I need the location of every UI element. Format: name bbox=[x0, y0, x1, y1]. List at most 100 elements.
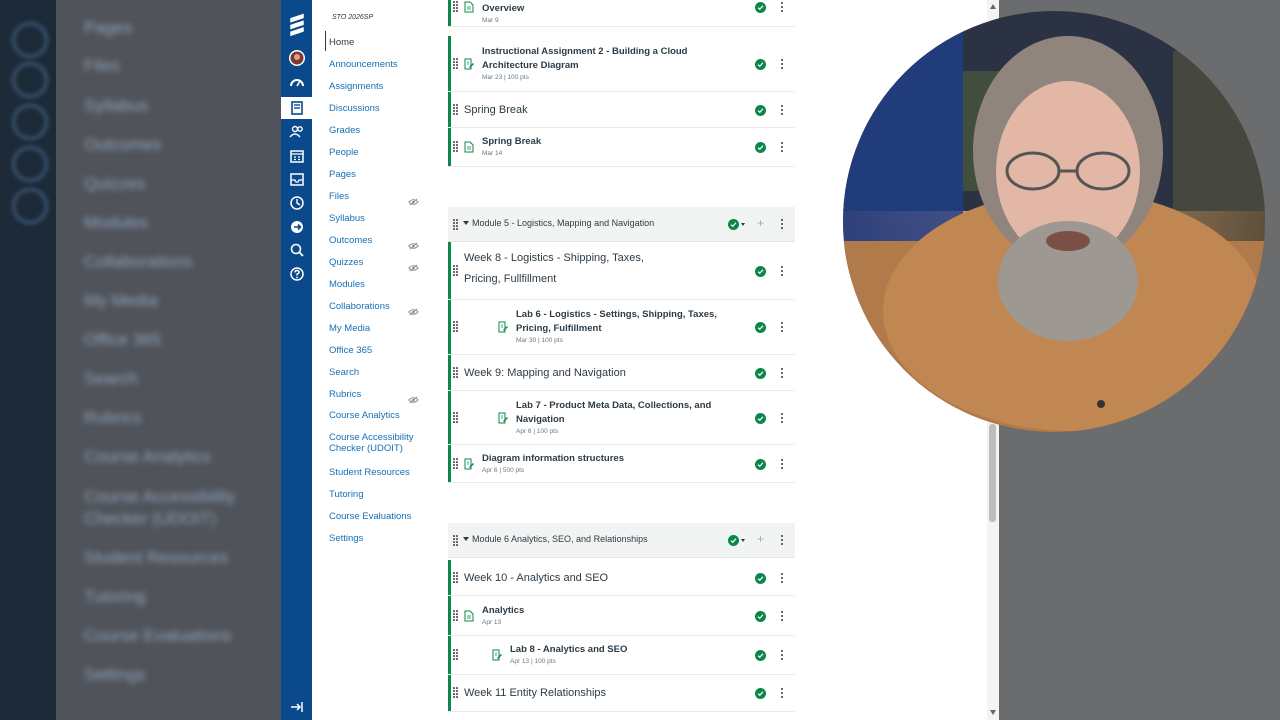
published-check-icon[interactable] bbox=[755, 368, 766, 379]
module-item[interactable]: Lab 8 - Analytics and SEO Apr 13 | 100 pt… bbox=[448, 636, 795, 675]
drag-handle-icon[interactable] bbox=[453, 141, 459, 152]
subheader-title[interactable]: Week 11 Entity Relationships bbox=[464, 683, 679, 704]
course-nav-pages[interactable]: Pages bbox=[329, 169, 356, 180]
canvas-logo-icon[interactable] bbox=[281, 8, 312, 44]
subheader-title[interactable]: Week 10 - Analytics and SEO bbox=[464, 568, 679, 589]
item-title[interactable]: Spring Break bbox=[482, 135, 722, 149]
module-subheader[interactable]: Spring Break bbox=[448, 92, 795, 128]
course-nav-grades[interactable]: Grades bbox=[329, 125, 360, 136]
module-item[interactable]: Spring Break Mar 14 bbox=[448, 128, 795, 167]
module-subheader[interactable]: Week 8 - Logistics - Shipping, Taxes, Pr… bbox=[448, 242, 795, 300]
course-nav-rubrics[interactable]: Rubrics bbox=[329, 389, 361, 400]
course-nav-student-resources[interactable]: Student Resources bbox=[329, 467, 410, 478]
item-options-menu[interactable] bbox=[780, 266, 784, 277]
module-subheader[interactable]: Week 11 Entity Relationships bbox=[448, 675, 795, 712]
item-title[interactable]: Instructional Assignment 2 - Building a … bbox=[482, 45, 722, 73]
published-check-icon[interactable] bbox=[755, 322, 766, 333]
course-nav-my-media[interactable]: My Media bbox=[329, 323, 370, 334]
module-subheader[interactable]: Week 9: Mapping and Navigation bbox=[448, 355, 795, 391]
drag-handle-icon[interactable] bbox=[453, 367, 459, 378]
item-options-menu[interactable] bbox=[780, 650, 784, 661]
published-check-icon[interactable] bbox=[728, 219, 739, 230]
course-nav-collaborations[interactable]: Collaborations bbox=[329, 301, 390, 312]
item-options-menu[interactable] bbox=[780, 59, 784, 70]
subheader-title[interactable]: Week 9: Mapping and Navigation bbox=[464, 363, 679, 384]
published-check-icon[interactable] bbox=[755, 142, 766, 153]
item-options-menu[interactable] bbox=[780, 105, 784, 116]
drag-handle-icon[interactable] bbox=[453, 458, 459, 469]
item-title[interactable]: Analytics bbox=[482, 604, 722, 618]
dashboard-icon[interactable] bbox=[281, 72, 312, 94]
inbox-icon[interactable] bbox=[281, 168, 312, 190]
published-check-icon[interactable] bbox=[755, 266, 766, 277]
history-icon[interactable] bbox=[281, 192, 312, 214]
item-title[interactable]: Introduction to Architecture and Data St… bbox=[482, 0, 722, 16]
calendar-icon[interactable] bbox=[281, 145, 312, 167]
module-title[interactable]: Module 5 - Logistics, Mapping and Naviga… bbox=[472, 218, 654, 228]
commons-icon[interactable] bbox=[281, 216, 312, 238]
course-nav-assignments[interactable]: Assignments bbox=[329, 81, 383, 92]
module-item[interactable]: Introduction to Architecture and Data St… bbox=[448, 0, 795, 27]
item-options-menu[interactable] bbox=[780, 219, 784, 230]
item-options-menu[interactable] bbox=[780, 535, 784, 546]
module-item[interactable]: Diagram information structures Apr 6 | 50… bbox=[448, 445, 795, 483]
courses-icon[interactable] bbox=[281, 97, 312, 119]
drag-handle-icon[interactable] bbox=[453, 610, 459, 621]
published-check-icon[interactable] bbox=[755, 2, 766, 13]
course-nav-home[interactable]: Home bbox=[329, 37, 354, 48]
item-options-menu[interactable] bbox=[780, 688, 784, 699]
course-nav-course-analytics[interactable]: Course Analytics bbox=[329, 410, 400, 421]
module-item[interactable]: Analytics Apr 13 bbox=[448, 596, 795, 636]
drag-handle-icon[interactable] bbox=[453, 412, 459, 423]
groups-icon[interactable] bbox=[281, 120, 312, 142]
scroll-up-icon[interactable] bbox=[990, 4, 996, 9]
publish-dropdown-icon[interactable] bbox=[741, 539, 745, 542]
drag-handle-icon[interactable] bbox=[453, 1, 459, 12]
course-nav-syllabus[interactable]: Syllabus bbox=[329, 213, 365, 224]
help-icon[interactable] bbox=[281, 263, 312, 285]
course-nav-files[interactable]: Files bbox=[329, 191, 349, 202]
account-avatar[interactable] bbox=[281, 47, 312, 69]
course-nav-announcements[interactable]: Announcements bbox=[329, 59, 398, 70]
publish-dropdown-icon[interactable] bbox=[741, 223, 745, 226]
module-title[interactable]: Module 6 Analytics, SEO, and Relationshi… bbox=[472, 534, 648, 544]
collapse-caret-icon[interactable] bbox=[463, 221, 469, 225]
item-options-menu[interactable] bbox=[780, 322, 784, 333]
item-title[interactable]: Lab 8 - Analytics and SEO bbox=[510, 643, 722, 657]
module-header[interactable]: Module 6 Analytics, SEO, and Relationshi… bbox=[448, 523, 795, 558]
published-check-icon[interactable] bbox=[728, 535, 739, 546]
module-header[interactable]: Module 5 - Logistics, Mapping and Naviga… bbox=[448, 207, 795, 242]
drag-handle-icon[interactable] bbox=[453, 58, 459, 69]
subheader-title[interactable]: Spring Break bbox=[464, 100, 679, 121]
drag-handle-icon[interactable] bbox=[453, 104, 459, 115]
course-nav-course-accessibility-checker-udoit[interactable]: Course Accessibility Checker (UDOIT) bbox=[329, 432, 419, 454]
item-options-menu[interactable] bbox=[780, 611, 784, 622]
item-options-menu[interactable] bbox=[780, 573, 784, 584]
published-check-icon[interactable] bbox=[755, 413, 766, 424]
course-nav-quizzes[interactable]: Quizzes bbox=[329, 257, 363, 268]
course-nav-tutoring[interactable]: Tutoring bbox=[329, 489, 364, 500]
course-nav-modules[interactable]: Modules bbox=[329, 279, 365, 290]
search-icon[interactable] bbox=[281, 239, 312, 261]
item-title[interactable]: Diagram information structures bbox=[482, 452, 722, 466]
published-check-icon[interactable] bbox=[755, 611, 766, 622]
published-check-icon[interactable] bbox=[755, 650, 766, 661]
scrollbar-thumb[interactable] bbox=[989, 424, 996, 522]
item-options-menu[interactable] bbox=[780, 368, 784, 379]
item-options-menu[interactable] bbox=[780, 2, 784, 13]
scroll-down-icon[interactable] bbox=[990, 710, 996, 715]
published-check-icon[interactable] bbox=[755, 59, 766, 70]
course-nav-outcomes[interactable]: Outcomes bbox=[329, 235, 372, 246]
course-nav-discussions[interactable]: Discussions bbox=[329, 103, 380, 114]
subheader-title[interactable]: Week 8 - Logistics - Shipping, Taxes, Pr… bbox=[464, 248, 679, 290]
course-nav-settings[interactable]: Settings bbox=[329, 533, 363, 544]
published-check-icon[interactable] bbox=[755, 573, 766, 584]
course-nav-course-evaluations[interactable]: Course Evaluations bbox=[329, 511, 411, 522]
drag-handle-icon[interactable] bbox=[453, 265, 459, 276]
add-item-icon[interactable]: + bbox=[757, 216, 764, 230]
module-subheader[interactable]: Week 10 - Analytics and SEO bbox=[448, 560, 795, 596]
collapse-caret-icon[interactable] bbox=[463, 537, 469, 541]
published-check-icon[interactable] bbox=[755, 105, 766, 116]
item-options-menu[interactable] bbox=[780, 413, 784, 424]
drag-handle-icon[interactable] bbox=[453, 321, 459, 332]
